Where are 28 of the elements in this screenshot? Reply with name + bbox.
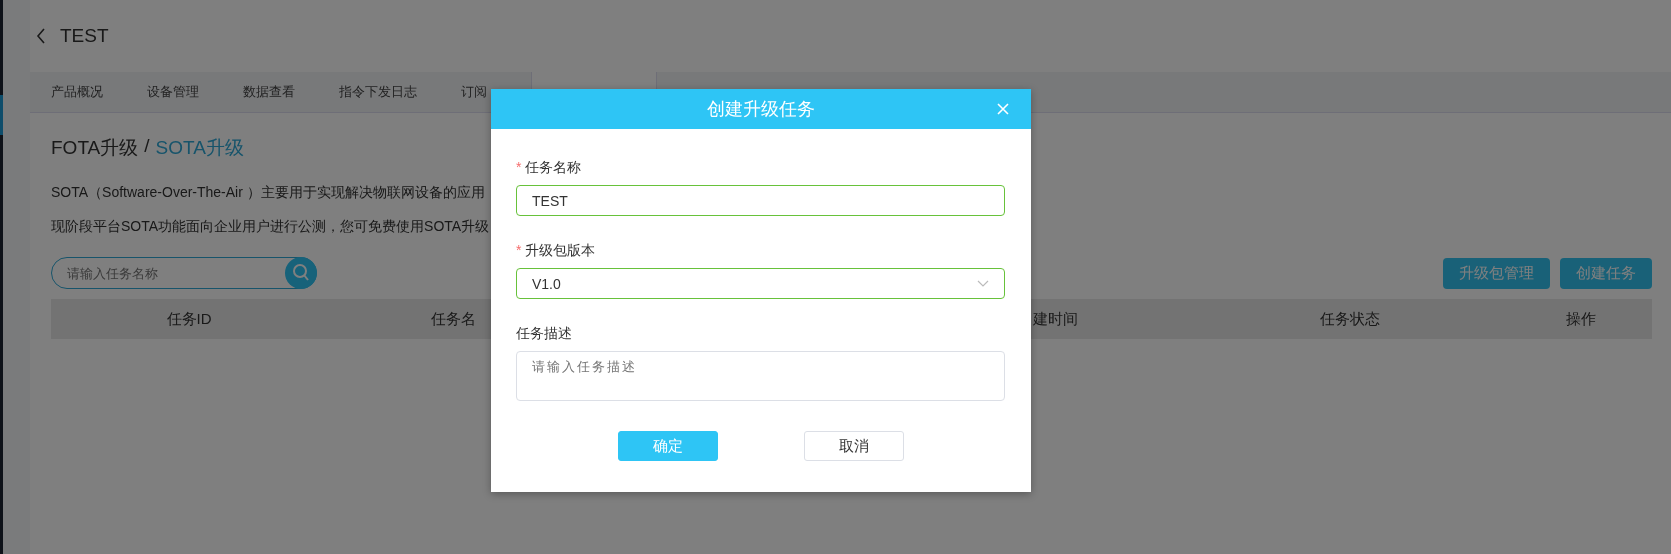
dialog-button[interactable]: 取消 bbox=[803, 431, 904, 461]
dialog-button[interactable]: 确定 bbox=[617, 431, 718, 461]
tab[interactable]: 指令下发日志 bbox=[339, 72, 417, 112]
textarea-field[interactable]: 请输入任务描述 bbox=[516, 351, 1005, 401]
tab[interactable]: 订阅 bbox=[461, 72, 487, 112]
description-text: SOTA（Software-Over-The-Air ）主要用于实现解决物联网设备的应用 bbox=[51, 183, 485, 202]
description-text: 现阶段平台SOTA功能面向企业用户进行公测，您可免费使用SOTA升级 bbox=[51, 217, 490, 236]
tab[interactable]: 产品概况 bbox=[51, 72, 103, 112]
page-title: TEST bbox=[60, 25, 109, 47]
breadcrumb-item[interactable]: SOTA升级 bbox=[155, 135, 244, 161]
input-field[interactable]: TEST bbox=[516, 185, 1005, 216]
breadcrumb-separator: / bbox=[144, 135, 150, 158]
field-label: 升级包版本 bbox=[525, 242, 596, 260]
tab[interactable]: 设备管理 bbox=[147, 72, 199, 112]
required-mark: * bbox=[516, 159, 522, 177]
column-header: 建时间 bbox=[1032, 309, 1079, 329]
select-field[interactable]: V1.0 bbox=[516, 268, 1005, 299]
field-label: 任务名称 bbox=[525, 159, 582, 177]
required-mark: * bbox=[516, 242, 522, 260]
column-header: 任务ID bbox=[165, 309, 213, 329]
breadcrumb-item[interactable]: FOTA升级 bbox=[51, 135, 139, 161]
column-header: 操作 bbox=[1565, 309, 1597, 329]
select-value: V1.0 bbox=[532, 275, 561, 292]
dialog-title: 创建升级任务 bbox=[707, 98, 815, 121]
column-header: 任务名 bbox=[430, 309, 477, 329]
field-label: 任务描述 bbox=[516, 325, 572, 343]
tab[interactable]: 数据查看 bbox=[243, 72, 295, 112]
column-header: 任务状态 bbox=[1319, 309, 1381, 329]
